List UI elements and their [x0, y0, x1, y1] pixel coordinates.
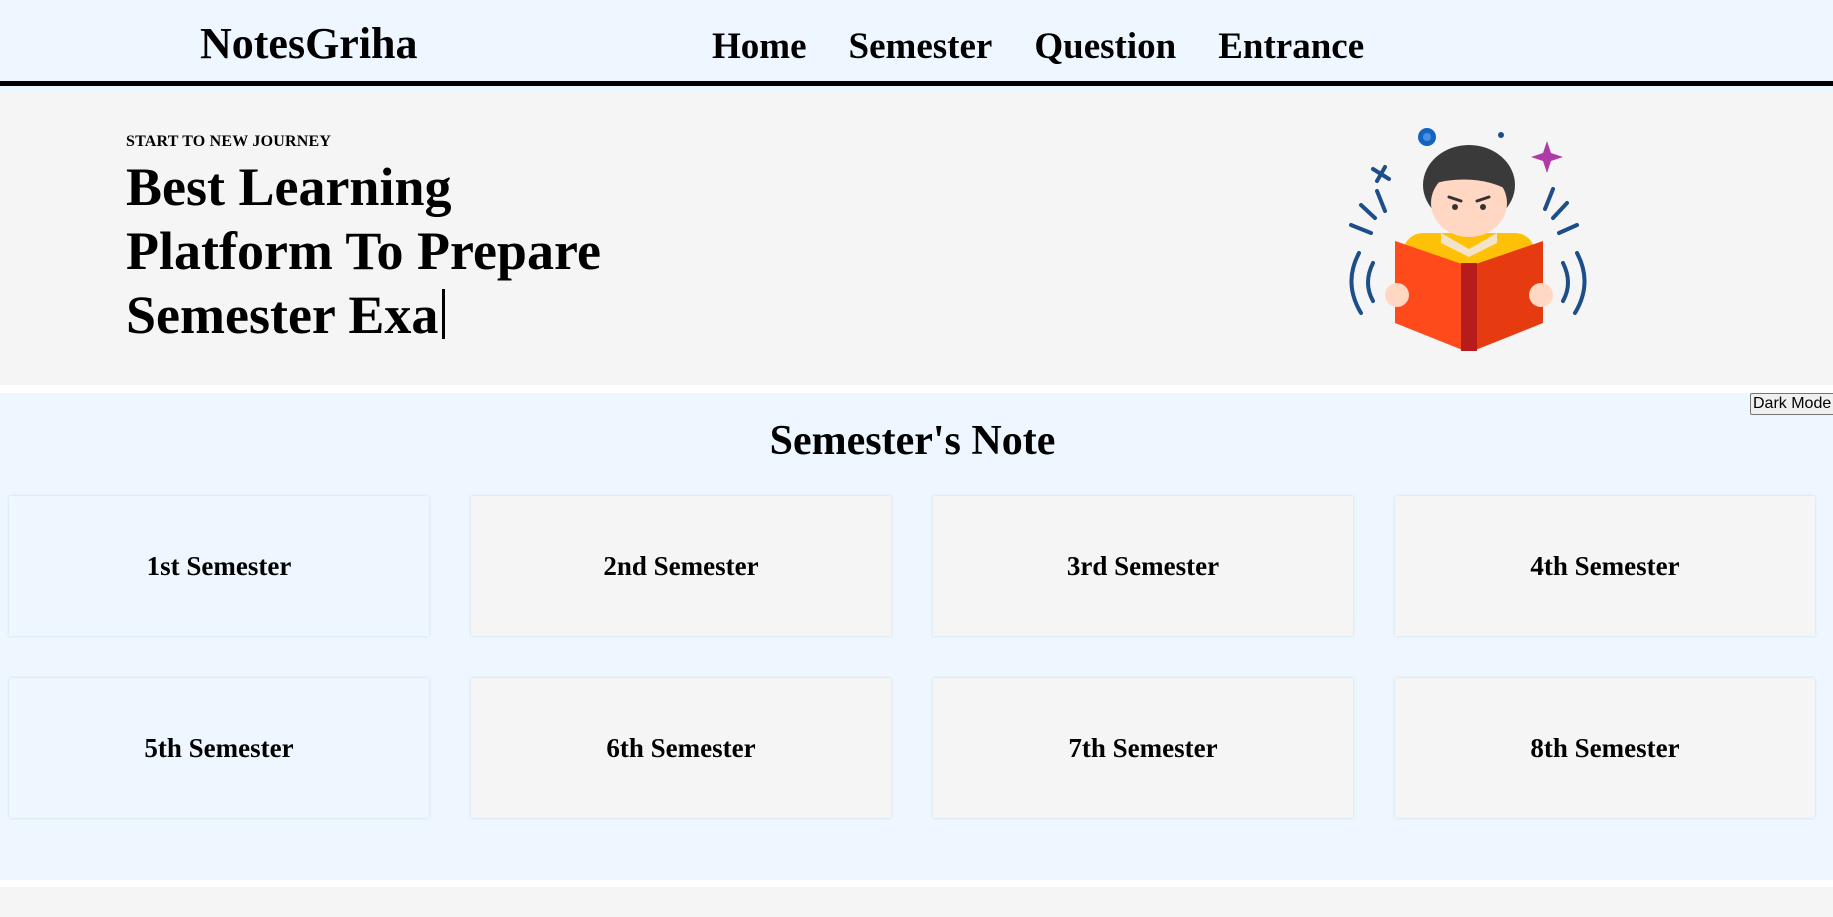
- hero-kicker: START TO NEW JOURNEY: [126, 133, 332, 150]
- semester-grid: 1st Semester 2nd Semester 3rd Semester 4…: [9, 496, 1815, 818]
- semester-card-2[interactable]: 2nd Semester: [471, 496, 891, 636]
- nav-home[interactable]: Home: [712, 28, 807, 65]
- hero-title-line2: Platform To Prepare: [126, 221, 601, 281]
- semester-card-6[interactable]: 6th Semester: [471, 678, 891, 818]
- hero-title-line3: Semester Exa: [126, 285, 439, 345]
- hero-section: START TO NEW JOURNEY Best Learning Platf…: [0, 93, 1833, 385]
- semester-card-5[interactable]: 5th Semester: [9, 678, 429, 818]
- nav-question[interactable]: Question: [1034, 28, 1176, 65]
- semester-card-4[interactable]: 4th Semester: [1395, 496, 1815, 636]
- semester-card-7[interactable]: 7th Semester: [933, 678, 1353, 818]
- semester-card-8[interactable]: 8th Semester: [1395, 678, 1815, 818]
- section-title: Semester's Note: [769, 418, 1056, 464]
- hero-title: Best Learning Platform To Prepare Semest…: [126, 155, 686, 347]
- dark-mode-button[interactable]: Dark Mode: [1750, 393, 1833, 415]
- boy-reading-book-icon: [1345, 123, 1595, 353]
- semester-card-3[interactable]: 3rd Semester: [933, 496, 1353, 636]
- nav-links: Home Semester Question Entrance: [712, 28, 1364, 65]
- nav-semester[interactable]: Semester: [849, 28, 993, 65]
- navbar: NotesGriha Home Semester Question Entran…: [0, 0, 1833, 86]
- footer-divider: [0, 880, 1833, 887]
- hero-title-line1: Best Learning: [126, 157, 452, 217]
- brand-logo[interactable]: NotesGriha: [200, 22, 418, 66]
- nav-entrance[interactable]: Entrance: [1218, 28, 1364, 65]
- semester-card-1[interactable]: 1st Semester: [9, 496, 429, 636]
- hero-divider: [0, 385, 1833, 393]
- footer-strip: [0, 887, 1833, 917]
- typing-cursor: [442, 289, 446, 339]
